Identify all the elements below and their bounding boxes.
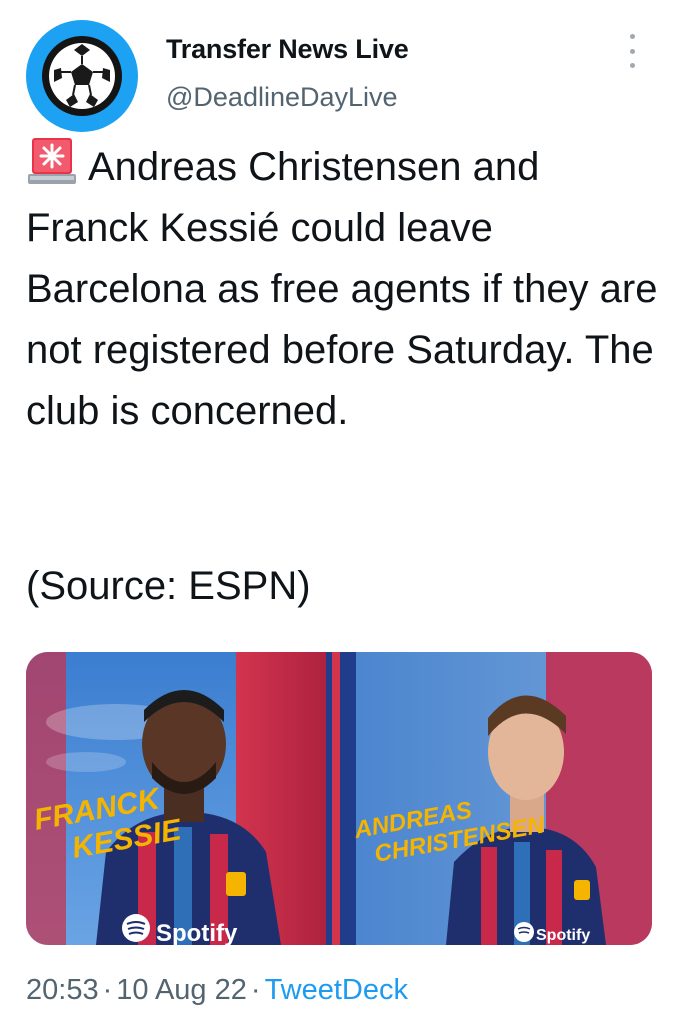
tweet-time[interactable]: 20:53	[26, 974, 99, 1006]
tweet-media-image[interactable]: FRANCK KESSIE ANDREAS CHRISTENSEN Spotif…	[26, 652, 652, 945]
display-name[interactable]: Transfer News Live	[166, 34, 409, 65]
more-dot-icon	[629, 34, 635, 39]
more-dot-icon	[629, 48, 635, 54]
spotify-logo-icon	[122, 914, 150, 942]
left-sponsor-text: Spotify	[156, 920, 238, 945]
tweet-source-line: (Source: ESPN)	[26, 564, 311, 608]
tweet-body-text: Andreas Christensen and Franck Kessié co…	[26, 145, 658, 433]
tweet-date[interactable]: 10 Aug 22	[116, 974, 247, 1006]
more-dot-icon	[629, 63, 635, 68]
avatar[interactable]	[26, 20, 138, 132]
meta-separator: ·	[102, 974, 113, 1006]
more-options-button[interactable]	[622, 34, 642, 68]
soccer-ball-icon	[30, 24, 134, 128]
tweet-meta: 20:53 · 10 Aug 22 · TweetDeck	[26, 974, 408, 1007]
meta-separator: ·	[250, 974, 261, 1006]
user-handle[interactable]: @DeadlineDayLive	[166, 82, 398, 113]
spotify-logo-icon	[514, 922, 534, 942]
source-app-link[interactable]: TweetDeck	[265, 974, 408, 1006]
right-sponsor-text: Spotify	[536, 927, 590, 944]
tweet-text: Andreas Christensen and Franck Kessié co…	[26, 136, 661, 442]
police-siren-icon	[26, 136, 78, 186]
